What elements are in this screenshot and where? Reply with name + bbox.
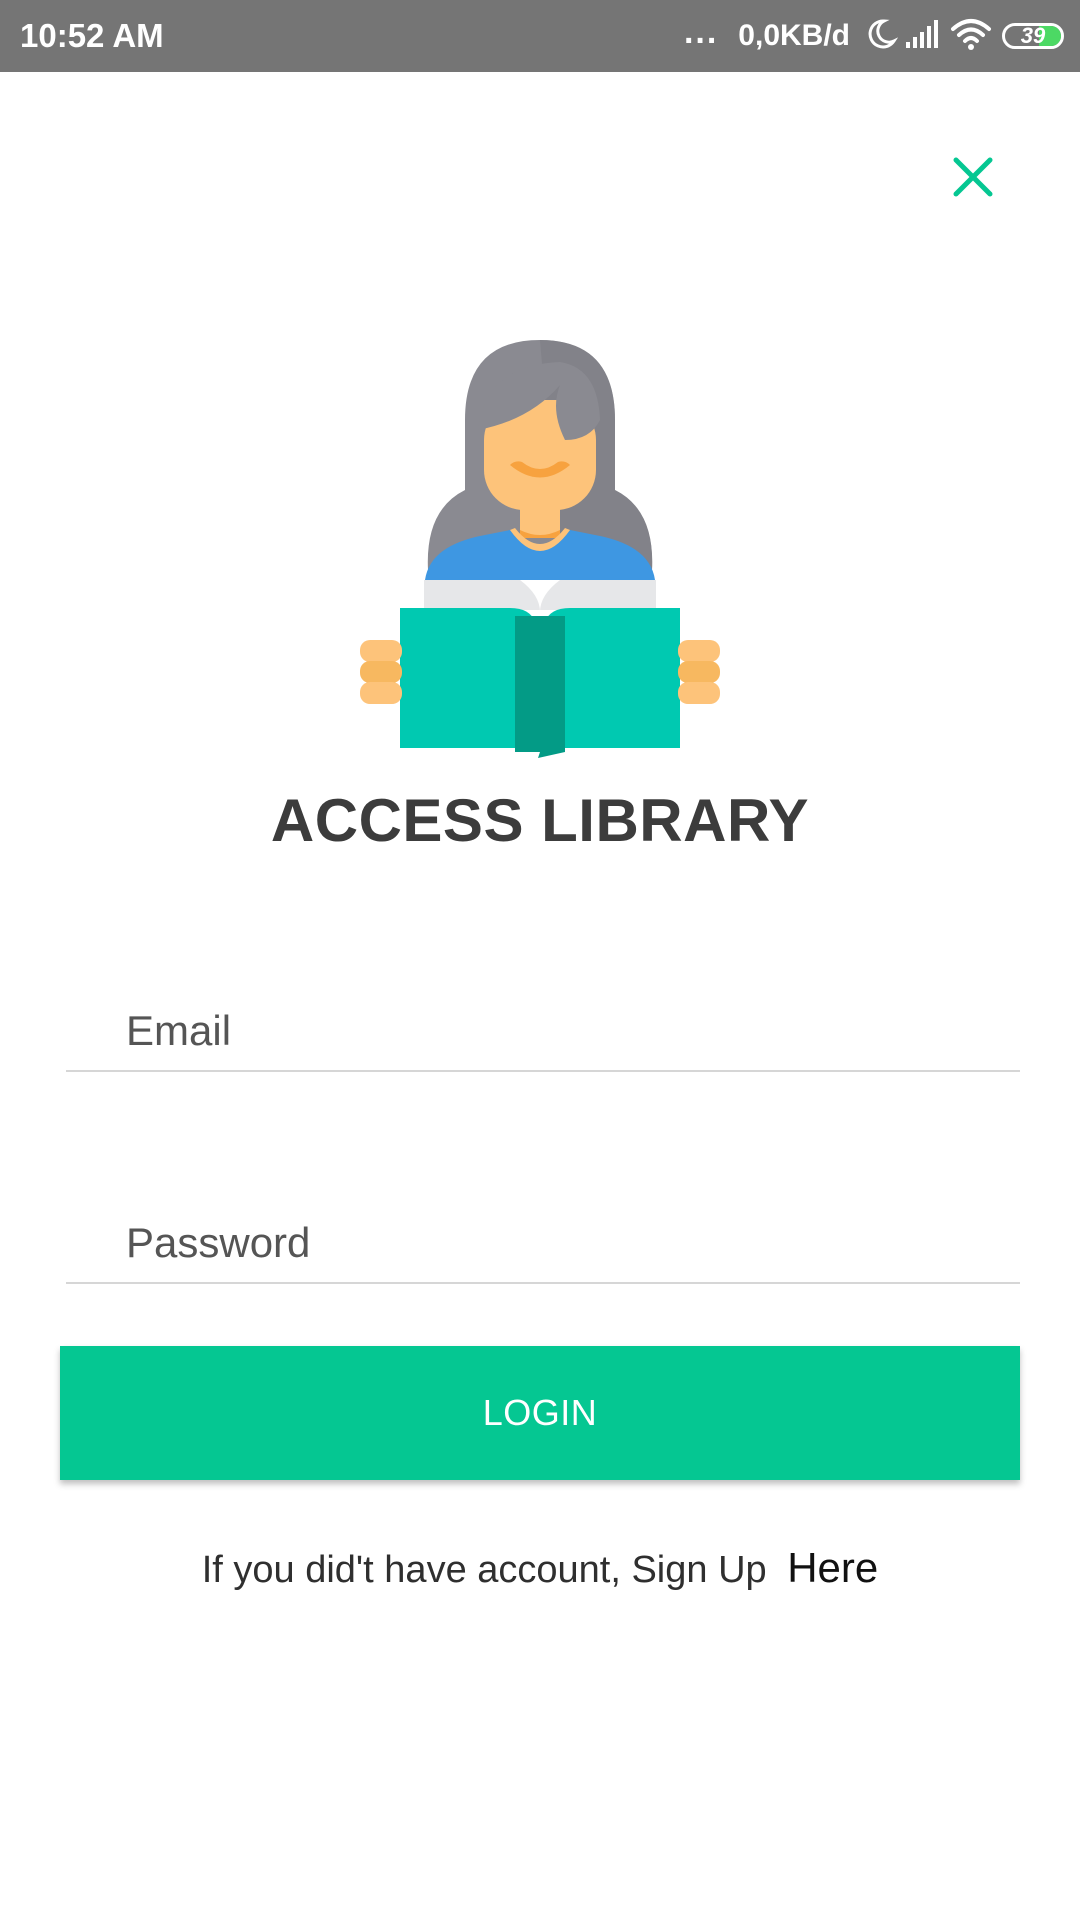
status-bar: 10:52 AM ... 0,0KB/d 39 <box>0 0 1080 72</box>
moon-icon <box>864 17 899 56</box>
signup-link[interactable]: Here <box>787 1544 878 1591</box>
battery-level: 39 <box>1020 23 1046 48</box>
signup-prompt: If you did't have account, Sign Up Here <box>0 1544 1080 1592</box>
email-field[interactable] <box>66 992 1020 1070</box>
close-button[interactable] <box>948 152 998 202</box>
status-dots: ... <box>683 13 719 51</box>
battery-icon: 39 <box>1002 23 1064 49</box>
signal-icon <box>904 18 944 55</box>
login-button[interactable]: LOGIN <box>60 1346 1020 1480</box>
network-speed: 0,0KB/d <box>738 19 850 52</box>
password-field[interactable] <box>66 1204 1020 1282</box>
status-time: 10:52 AM <box>20 17 164 54</box>
password-field-container <box>66 1204 1020 1284</box>
reader-illustration <box>360 340 720 760</box>
status-icons: ... 0,0KB/d 39 <box>684 14 1064 58</box>
wifi-icon <box>950 17 992 56</box>
page-title: ACCESS LIBRARY <box>270 787 810 854</box>
close-icon <box>953 157 993 197</box>
signup-text: If you did't have account, Sign Up <box>201 1549 767 1591</box>
email-field-container <box>66 992 1020 1072</box>
